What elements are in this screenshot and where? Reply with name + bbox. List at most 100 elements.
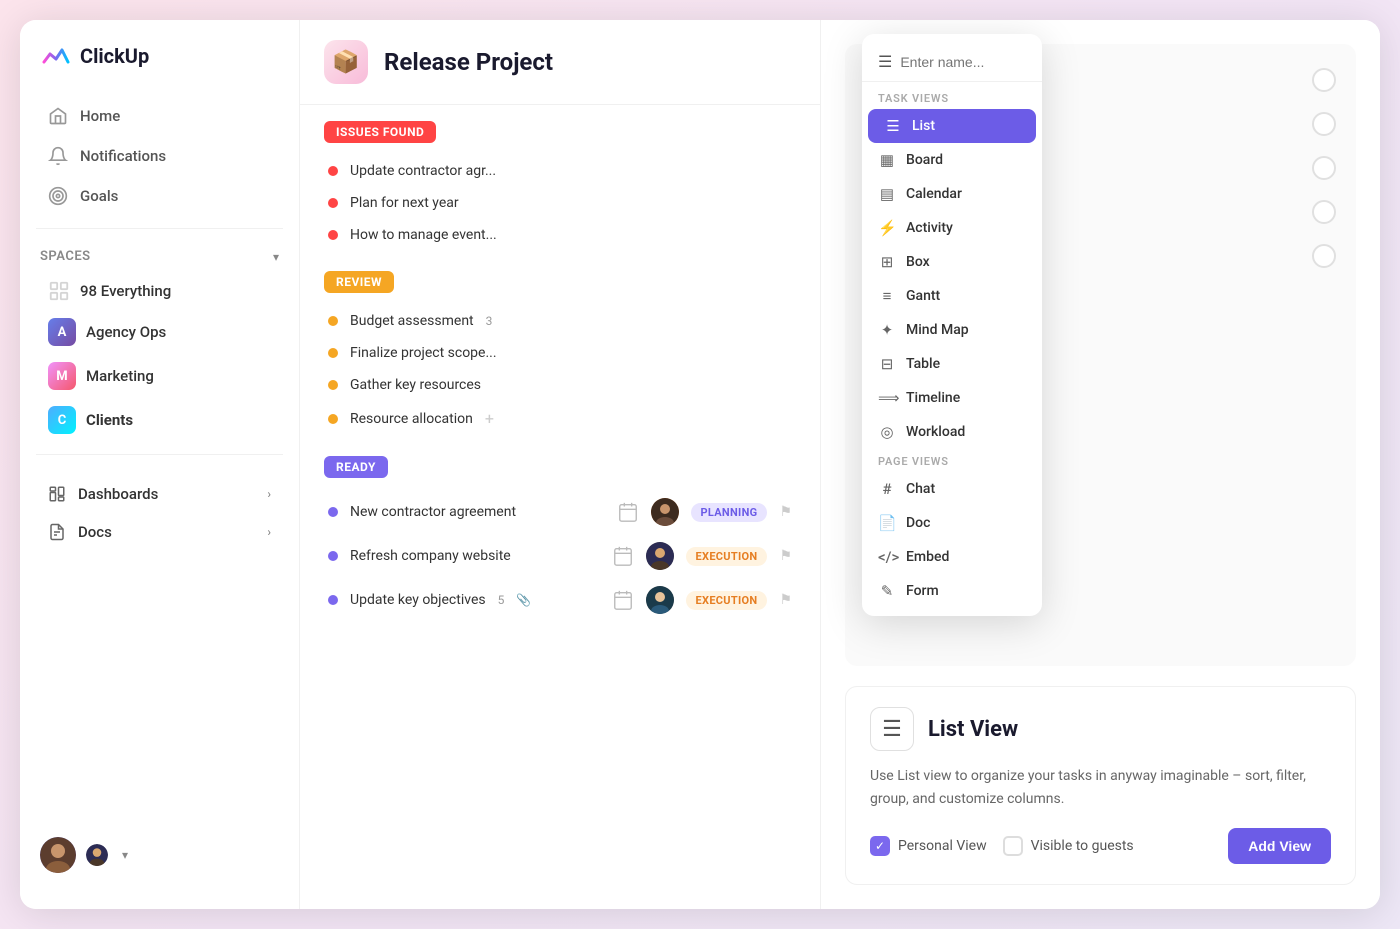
table-row[interactable]: How to manage event... — [324, 219, 796, 251]
table-row[interactable]: Update key objectives 5 📎 — [324, 578, 796, 622]
task-right-info: EXECUTION ⚑ — [612, 542, 792, 570]
sidebar-item-marketing[interactable]: M Marketing — [28, 354, 291, 398]
gantt-label: Gantt — [906, 288, 940, 304]
avatar — [40, 837, 76, 873]
logo-area[interactable]: ClickUp — [20, 40, 299, 96]
list-view-header: ☰ List View — [870, 707, 1331, 751]
board-label: Board — [906, 152, 943, 168]
dashboards-item[interactable]: Dashboards › — [28, 475, 291, 513]
status-badge-review: REVIEW — [324, 271, 394, 293]
table-row[interactable]: Update contractor agr... — [324, 155, 796, 187]
calendar-label: Calendar — [906, 186, 962, 202]
home-label: Home — [80, 107, 120, 125]
spaces-header[interactable]: Spaces ▾ — [20, 241, 299, 272]
gantt-icon: ≡ — [878, 287, 896, 305]
dashboards-left: Dashboards — [48, 485, 158, 503]
board-icon: ▦ — [878, 151, 896, 169]
table-row[interactable]: New contractor agreement — [324, 490, 796, 534]
table-row[interactable]: Resource allocation + — [324, 401, 796, 436]
list-icon: ☰ — [884, 117, 902, 135]
visible-guests-checkbox[interactable]: Visible to guests — [1003, 836, 1134, 856]
status-badge: EXECUTION — [686, 591, 768, 610]
chat-label: Chat — [906, 481, 935, 497]
list-view-icon-box: ☰ — [870, 707, 914, 751]
agency-ops-label: Agency Ops — [86, 323, 166, 341]
calendar-task-icon — [617, 501, 639, 523]
flag-icon: ⚑ — [779, 548, 792, 564]
view-table[interactable]: ⊟ Table — [862, 347, 1042, 381]
status-badge: PLANNING — [691, 503, 768, 522]
page-title: Release Project — [384, 48, 553, 76]
view-form[interactable]: ✎ Form — [862, 574, 1042, 608]
add-view-button[interactable]: Add View — [1228, 828, 1331, 864]
list-search-icon: ☰ — [878, 52, 892, 71]
mindmap-icon: ✦ — [878, 321, 896, 339]
view-search-input[interactable] — [900, 54, 1081, 70]
view-mindmap[interactable]: ✦ Mind Map — [862, 313, 1042, 347]
marketing-label: Marketing — [86, 367, 154, 385]
user-profile[interactable]: ▾ — [20, 821, 299, 889]
status-group-issues: ISSUES FOUND Update contractor agr... Pl… — [324, 121, 796, 251]
project-emoji: 📦 — [332, 50, 359, 75]
timeline-label: Timeline — [906, 390, 960, 406]
timeline-icon: ⟹ — [878, 389, 896, 407]
attachment-icon: 📎 — [516, 593, 531, 607]
view-workload[interactable]: ◎ Workload — [862, 415, 1042, 449]
table-row[interactable]: Finalize project scope... — [324, 337, 796, 369]
task-text: Budget assessment — [350, 313, 474, 329]
project-icon: 📦 — [324, 40, 368, 84]
personal-view-checkbox[interactable]: ✓ Personal View — [870, 836, 987, 856]
table-icon: ⊟ — [878, 355, 896, 373]
sidebar-item-notifications[interactable]: Notifications — [28, 136, 291, 176]
checkbox-filled-icon: ✓ — [870, 836, 890, 856]
sidebar: ClickUp Home Notifications Goals — [20, 20, 300, 909]
view-board[interactable]: ▦ Board — [862, 143, 1042, 177]
view-gantt[interactable]: ≡ Gantt — [862, 279, 1042, 313]
sidebar-item-clients[interactable]: C Clients — [28, 398, 291, 442]
sidebar-item-home[interactable]: Home — [28, 96, 291, 136]
view-list[interactable]: ☰ List — [868, 109, 1036, 143]
view-box[interactable]: ⊞ Box — [862, 245, 1042, 279]
task-right-info: PLANNING ⚑ — [617, 498, 793, 526]
visible-guests-label: Visible to guests — [1031, 838, 1134, 854]
task-add-button[interactable]: + — [485, 409, 494, 428]
view-activity[interactable]: ⚡ Activity — [862, 211, 1042, 245]
divider-2 — [36, 454, 283, 455]
task-text: How to manage event... — [350, 227, 497, 243]
sidebar-item-everything[interactable]: 98 Everything — [28, 272, 291, 310]
view-embed[interactable]: </> Embed — [862, 540, 1042, 574]
avatar — [646, 542, 674, 570]
agency-ops-badge: A — [48, 318, 76, 346]
avatar-img — [651, 498, 679, 526]
personal-view-label: Personal View — [898, 838, 987, 854]
docs-icon — [48, 523, 66, 541]
dashboards-chevron-icon: › — [267, 487, 271, 501]
task-count: 3 — [486, 314, 493, 328]
table-row[interactable]: Plan for next year — [324, 187, 796, 219]
flag-icon: ⚑ — [779, 592, 792, 608]
view-doc[interactable]: 📄 Doc — [862, 506, 1042, 540]
list-view-info: ☰ List View Use List view to organize yo… — [845, 686, 1356, 885]
sidebar-item-goals[interactable]: Goals — [28, 176, 291, 216]
form-icon: ✎ — [878, 582, 896, 600]
task-dot-yellow — [328, 348, 338, 358]
avatar — [646, 586, 674, 614]
task-views-label: TASK VIEWS — [862, 86, 1042, 109]
clients-label: Clients — [86, 411, 133, 429]
task-text: Plan for next year — [350, 195, 459, 211]
status-badge-ready: READY — [324, 456, 388, 478]
sidebar-section-dashboards: Dashboards › Docs › — [20, 475, 299, 551]
preview-circle — [1312, 156, 1336, 180]
task-text: Resource allocation — [350, 411, 473, 427]
view-calendar[interactable]: ▤ Calendar — [862, 177, 1042, 211]
view-chat[interactable]: # Chat — [862, 472, 1042, 506]
table-row[interactable]: Refresh company website — [324, 534, 796, 578]
sidebar-item-agency-ops[interactable]: A Agency Ops — [28, 310, 291, 354]
spaces-chevron-icon: ▾ — [273, 250, 279, 264]
view-timeline[interactable]: ⟹ Timeline — [862, 381, 1042, 415]
table-row[interactable]: Budget assessment 3 — [324, 305, 796, 337]
table-row[interactable]: Gather key resources — [324, 369, 796, 401]
list-view-icon: ☰ — [882, 717, 902, 742]
docs-item[interactable]: Docs › — [28, 513, 291, 551]
task-right-info: EXECUTION ⚑ — [612, 586, 792, 614]
